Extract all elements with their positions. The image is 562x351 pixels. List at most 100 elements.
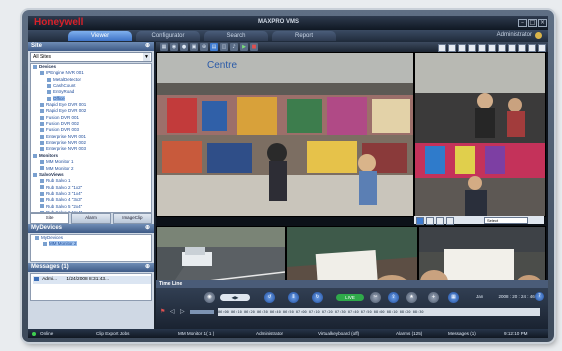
svg-text:Centre: Centre [207,60,237,71]
layout-4x4-icon[interactable] [468,44,476,52]
layout-1p7-icon[interactable] [488,44,496,52]
settings-icon[interactable] [538,44,546,52]
brand-logo: Honeywell [34,17,84,28]
record-icon[interactable]: ● [180,43,188,51]
zoom-in-icon[interactable]: + [428,292,439,303]
select-dropdown[interactable]: Select [484,217,528,224]
status-alarms[interactable]: Alarms (125) [396,329,422,338]
tab-viewer[interactable]: Viewer [68,31,132,41]
chevron-down-icon[interactable]: ▼ [143,53,150,61]
grid-icon[interactable]: ▦ [160,43,168,51]
pause-icon[interactable]: Ⅱ [288,292,299,303]
date-time-display[interactable]: Jan 2008 : 20 : 24 : 46 [476,294,535,299]
snapshot-icon[interactable]: ▣ [190,43,198,51]
device-icon [40,159,44,164]
audio-icon[interactable]: ♪ [230,43,238,51]
message-row[interactable]: Admi... 1/24/2008 8:31:43... [33,276,151,284]
maximize-icon[interactable]: □ [528,19,537,27]
status-online: Online [40,331,54,336]
video-tile-checkout[interactable] [414,52,546,217]
tab-site[interactable]: Site [30,213,70,224]
site-selector-value: All Sites [33,54,52,60]
layout-2p8-icon[interactable] [508,44,516,52]
user-label[interactable]: Administrator [497,32,532,38]
ptz-icon[interactable] [416,217,424,225]
salvo-icon[interactable]: ▤ [210,43,218,51]
camera-icon[interactable]: ◉ [170,43,178,51]
device-icon [40,198,44,203]
tree-item-label: Rub Salvo 1 [46,178,71,184]
status-keyboard[interactable]: Virtualkeyboard (off) [318,329,359,338]
site-selector[interactable]: All Sites ▼ [30,52,152,62]
play-icon[interactable]: ▶ [240,43,248,51]
minimize-icon[interactable]: – [518,19,527,27]
tab-imageclip[interactable]: ImageClip [112,213,152,224]
pin-icon[interactable]: ⊕ [145,224,150,233]
layout-2x2-icon[interactable] [448,44,456,52]
calendar-icon[interactable]: ▦ [448,292,459,303]
eject-icon[interactable]: ◉ [204,292,215,303]
rewind-icon[interactable]: ↺ [264,292,275,303]
tree-item-label: EntryRoad [53,89,75,95]
message-user: Admi... [42,277,58,282]
tree-item-label: CashCount [53,83,76,89]
layout-icon[interactable]: ◫ [220,43,228,51]
prev-icon[interactable]: ◁ [170,308,175,315]
tree-item-label: MM Monitor 2 [46,165,74,171]
viewer-area: ▦ ◉ ● ▣ ⊕ ▤ ◫ ♪ ▶ ■ Centre Select [156,42,548,308]
tree-item-label: Enterprise NVR 002 [46,140,87,146]
layout-custom-icon[interactable] [518,44,526,52]
next-icon[interactable]: ▷ [180,308,185,315]
mydevices-title: MyDevices [31,225,63,231]
layout-1p12-icon[interactable] [498,44,506,52]
user-icon[interactable] [535,32,542,39]
export-icon[interactable]: ⇪ [388,292,399,303]
layout-1x1-icon[interactable] [438,44,446,52]
live-button[interactable]: LIVE [336,294,364,301]
device-icon [47,77,51,82]
forward-icon[interactable]: ↻ [312,292,323,303]
snapshot-icon[interactable] [426,217,434,225]
stop-icon[interactable]: ■ [250,43,258,51]
tab-alarm[interactable]: Alarm [71,213,111,224]
speed-control[interactable]: ◀▶ [220,294,250,301]
monitor-bezel: Honeywell MAXPRO VMS – □ × Viewer Config… [22,10,554,342]
video-tile-store[interactable]: Centre [156,52,414,217]
tab-search[interactable]: Search [204,31,268,41]
pin-icon[interactable]: ⊕ [145,263,150,272]
device-icon [40,102,44,107]
tab-report[interactable]: Report [272,31,336,41]
list-item[interactable]: MM Monitor 2 [31,241,151,247]
status-monitor[interactable]: MM Monitor 1( 1 ) [178,329,214,338]
tree-item-label: Rapid Eye DVR 002 [46,108,87,114]
clip-icon[interactable]: ✂ [370,292,381,303]
close-icon[interactable]: × [538,19,547,27]
bookmark-icon[interactable]: ★ [406,292,417,303]
message-text: 1/24/2008 8:31:43... [66,277,110,282]
help-icon[interactable]: ? [535,292,544,301]
status-time: 9:12:10 PM [504,331,528,336]
audio-icon[interactable] [446,217,454,225]
tab-configurator[interactable]: Configurator [136,31,200,41]
record-icon[interactable] [436,217,444,225]
zoom-slider[interactable] [190,310,214,314]
fullscreen-icon[interactable] [528,44,536,52]
zoom-icon[interactable]: ⊕ [200,43,208,51]
tree-item-label: MetalDetector [53,76,82,82]
device-icon [40,134,44,139]
tree-item-label: Fusion DVR 001 [46,114,80,120]
messages-title: Messages (1) [31,264,69,270]
status-messages[interactable]: Messages (1) [448,329,476,338]
tree-item-label: Enterprise NVR 003 [46,146,87,152]
status-clip-export[interactable]: Clip Export Jobs [96,329,129,338]
layout-3x3-icon[interactable] [458,44,466,52]
alarm-icon[interactable]: ⚑ [160,308,165,315]
tree-tabs: Site Alarm ImageClip [30,213,152,224]
main-tabs: Viewer Configurator Search Report Admini… [28,30,548,42]
tree-item-label: Rub Salvo 2 "1x2" [46,184,83,190]
layout-1p5-icon[interactable] [478,44,486,52]
pin-icon[interactable]: ⊕ [145,42,150,51]
device-icon [40,147,44,152]
tree-item-label: Enterprise NVR 001 [46,133,87,139]
time-ruler[interactable]: 06:00 06:10 06:20 06:30 06:40 06:50 07:0… [218,308,540,316]
